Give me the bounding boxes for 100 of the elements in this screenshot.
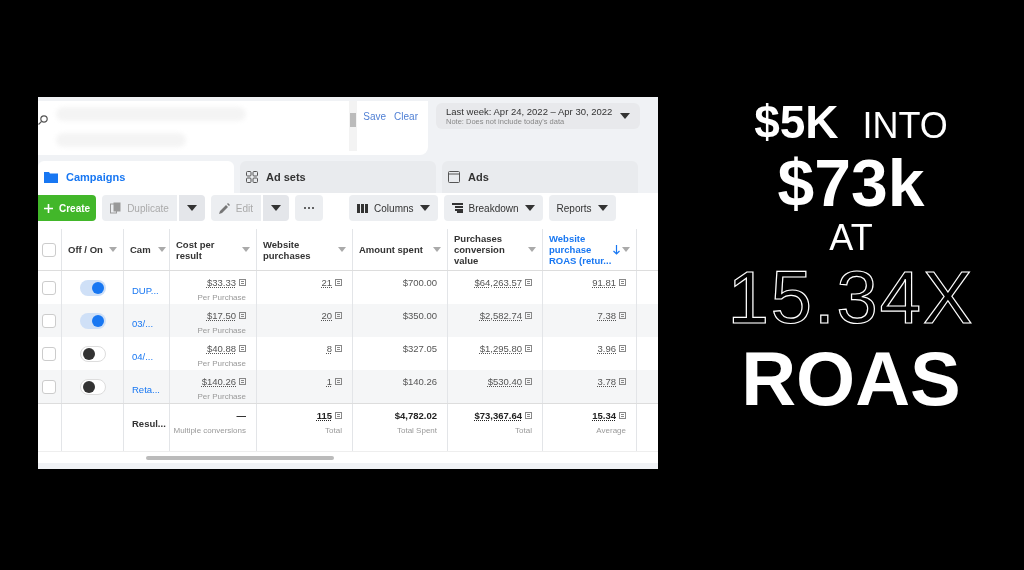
table-cell: $4,782.02 xyxy=(394,410,437,422)
sort-caret-icon xyxy=(242,247,250,252)
attribution-icon xyxy=(239,312,246,319)
cell-note: Total xyxy=(325,426,342,436)
pencil-icon xyxy=(218,202,230,214)
attribution-icon xyxy=(619,279,626,286)
row-checkbox[interactable] xyxy=(42,313,56,328)
caret-icon xyxy=(597,205,608,211)
toggle-switch[interactable] xyxy=(79,312,106,329)
totals-label: Resul... xyxy=(132,418,166,429)
search-icon xyxy=(38,115,48,125)
toggle-switch[interactable] xyxy=(79,279,106,296)
scrollbar[interactable] xyxy=(146,455,334,460)
table-cell: $140.26 xyxy=(402,376,437,388)
grid-icon xyxy=(246,171,258,183)
attribution-icon xyxy=(619,345,626,352)
table-cell: 1 xyxy=(326,376,332,388)
row-checkbox[interactable] xyxy=(42,379,56,394)
toggle-switch[interactable] xyxy=(79,345,106,362)
attribution-icon xyxy=(335,378,342,385)
cell-note: Per Purchase xyxy=(197,392,246,402)
headline-text: AT xyxy=(829,218,873,258)
caret-icon xyxy=(271,205,282,211)
attribution-icon xyxy=(619,378,626,385)
column-header[interactable]: Website purchases xyxy=(263,238,338,261)
table-cell: — xyxy=(236,410,246,422)
campaign-link[interactable]: 03/... xyxy=(132,318,154,329)
cell-note: Per Purchase xyxy=(197,359,246,369)
sort-caret-icon xyxy=(622,247,630,252)
tab[interactable]: Ads xyxy=(442,161,638,193)
sort-caret-icon xyxy=(109,247,117,252)
table-cell: $700.00 xyxy=(402,277,437,289)
table-cell: 15.34 xyxy=(592,410,616,422)
filter-link[interactable]: Save xyxy=(363,111,387,123)
table-cell: 3.78 xyxy=(597,376,616,388)
column-header[interactable]: Amount spent xyxy=(359,244,423,255)
campaign-link[interactable]: Reta... xyxy=(132,384,160,395)
attribution-icon xyxy=(525,312,532,319)
row-checkbox[interactable] xyxy=(42,346,56,361)
table-cell: $40.88 xyxy=(206,343,236,355)
folder-icon xyxy=(44,171,58,183)
attribution-icon xyxy=(239,345,246,352)
table-cell: $327.05 xyxy=(402,343,437,355)
table-cell: 8 xyxy=(326,343,332,355)
table-cell: 20 xyxy=(321,310,332,322)
tab[interactable]: Campaigns xyxy=(38,161,234,193)
column-header[interactable]: Website purchase ROAS (retur... xyxy=(549,233,613,266)
menu-button[interactable]: Columns xyxy=(349,195,438,221)
attribution-icon xyxy=(335,412,342,419)
tab[interactable]: Ad sets xyxy=(240,161,436,193)
headline-text: ROAS xyxy=(741,337,961,420)
cell-note: Total Spent xyxy=(396,426,437,436)
attribution-icon xyxy=(335,279,342,286)
cell-note: Total xyxy=(515,426,532,436)
sort-caret-icon xyxy=(338,247,346,252)
more-button[interactable] xyxy=(295,195,324,221)
cell-note: Multiple conversions xyxy=(173,426,246,436)
columns-icon xyxy=(357,203,369,213)
column-header[interactable]: Cost per result xyxy=(176,238,242,261)
breakdown-icon xyxy=(451,203,463,213)
table-cell: $140.26 xyxy=(201,376,236,388)
attribution-icon xyxy=(525,412,532,419)
cell-note: Per Purchase xyxy=(197,326,246,336)
window-icon xyxy=(448,171,460,183)
attribution-icon xyxy=(239,378,246,385)
table-cell: 21 xyxy=(321,277,332,289)
filter-link[interactable]: Clear xyxy=(394,111,418,123)
attribution-icon xyxy=(239,279,246,286)
cell-note: Per Purchase xyxy=(197,293,246,303)
headline-text: $5K xyxy=(754,98,839,148)
column-header[interactable]: Cam xyxy=(130,244,151,255)
table-cell: $1,295.80 xyxy=(479,343,522,355)
attribution-icon xyxy=(525,345,532,352)
scrollbar[interactable] xyxy=(349,101,358,151)
attribution-icon xyxy=(525,279,532,286)
toggle-switch[interactable] xyxy=(79,378,106,395)
sort-caret-icon xyxy=(158,247,166,252)
caret-icon xyxy=(419,205,430,211)
table-cell: $33.33 xyxy=(206,277,236,289)
campaign-link[interactable]: DUP... xyxy=(132,285,159,296)
dropdown-button[interactable] xyxy=(178,195,205,221)
table-cell: $530.40 xyxy=(487,376,522,388)
dropdown-button[interactable] xyxy=(263,195,290,221)
attribution-icon xyxy=(335,312,342,319)
attribution-icon xyxy=(619,312,626,319)
row-checkbox[interactable] xyxy=(42,280,56,295)
table-cell: $350.00 xyxy=(402,310,437,322)
caret-icon xyxy=(186,205,197,211)
menu-button[interactable]: Breakdown xyxy=(443,195,543,221)
table-cell: 115 xyxy=(316,410,332,422)
column-header[interactable]: Purchases conversion value xyxy=(454,233,528,266)
table-cell: 7.38 xyxy=(597,310,616,322)
column-header[interactable]: Off / On xyxy=(68,244,103,255)
attribution-icon xyxy=(619,412,626,419)
sort-caret-icon xyxy=(528,247,536,252)
select-all-checkbox[interactable] xyxy=(42,242,56,257)
sort-caret-icon xyxy=(433,247,441,252)
menu-button[interactable]: Reports xyxy=(548,195,616,221)
table-cell: $2,582.74 xyxy=(479,310,522,322)
campaign-link[interactable]: 04/... xyxy=(132,351,154,362)
